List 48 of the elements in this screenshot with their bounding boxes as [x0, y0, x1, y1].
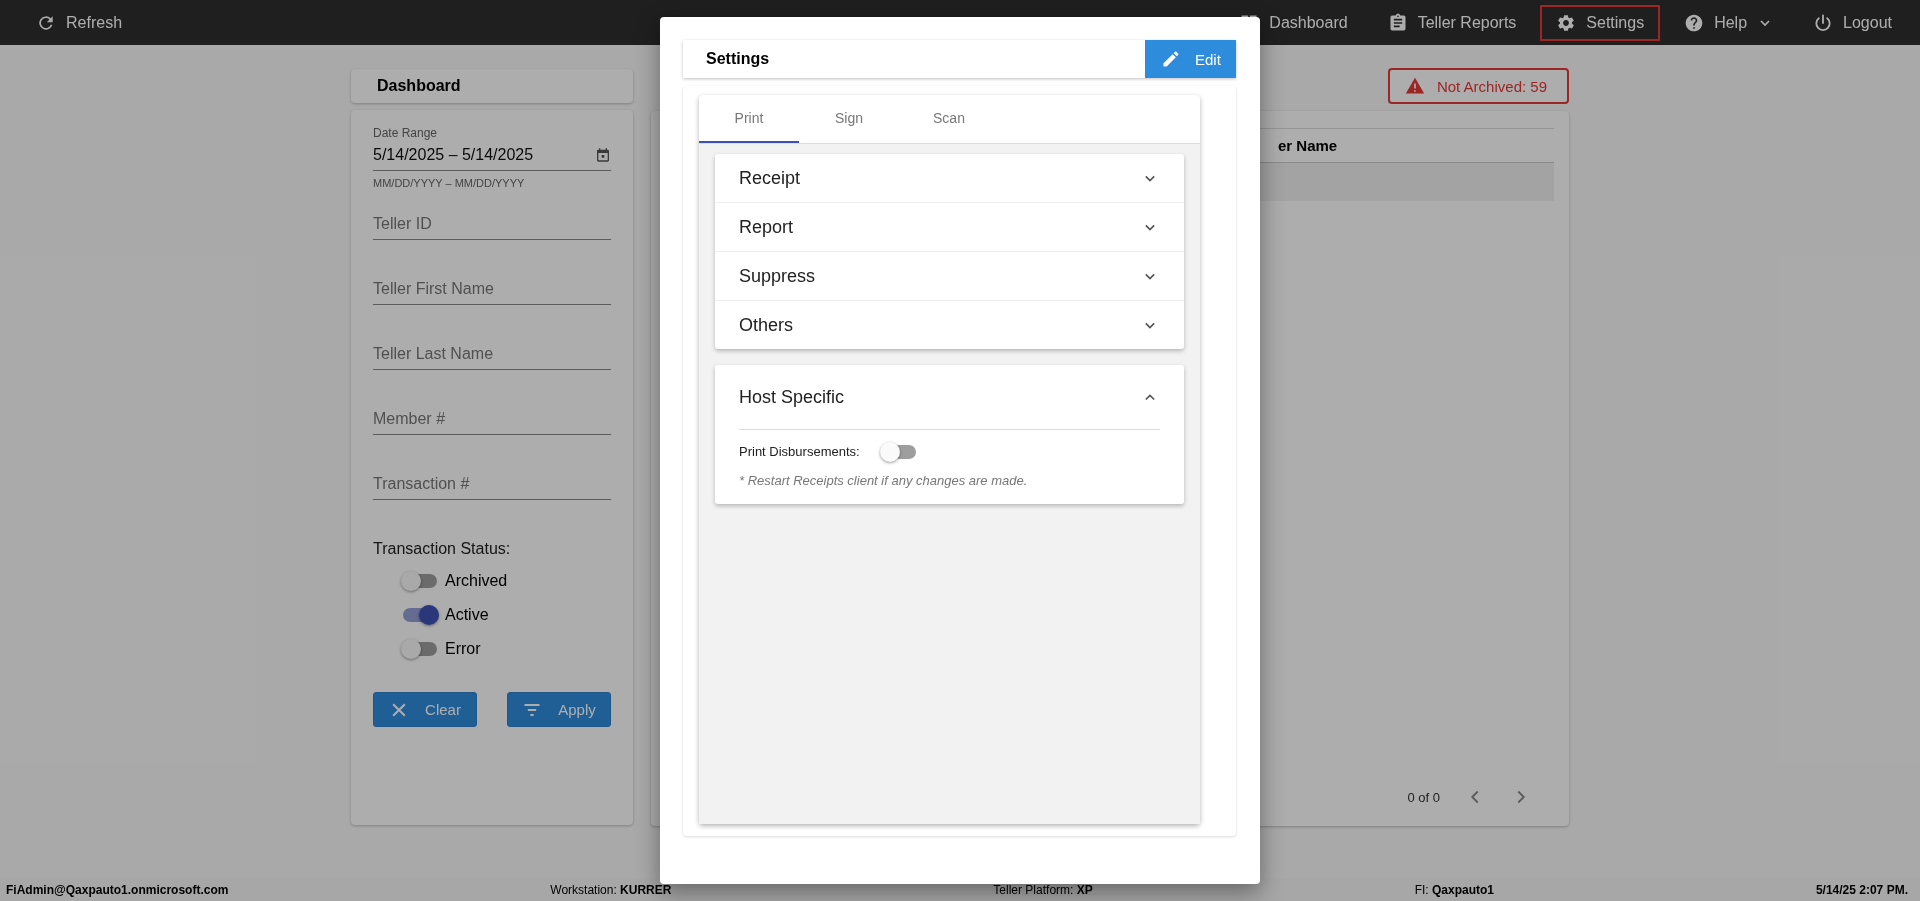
refresh-button[interactable]: Refresh [26, 4, 133, 41]
pencil-icon [1161, 49, 1181, 69]
toggle-label: Active [445, 606, 489, 624]
accordion-header[interactable]: Host Specific [715, 365, 1184, 429]
settings-icon [1556, 12, 1577, 33]
nav-item[interactable]: Logout [1797, 4, 1908, 41]
accordion-header[interactable]: Report [715, 203, 1184, 252]
status-text: 5/14/25 2:07 PM. [1815, 882, 1908, 897]
tab[interactable]: Scan [899, 95, 999, 143]
calendar-icon[interactable] [595, 147, 611, 163]
status-text: Teller Platform: XP [993, 882, 1093, 897]
toggle-label: Archived [445, 572, 508, 590]
text-field[interactable]: Teller First Name [373, 274, 611, 305]
section-label: Transaction Status: [373, 540, 512, 558]
edit-button[interactable]: Edit [1145, 40, 1236, 78]
status-text: FI: Qaxpauto1 [1414, 882, 1494, 897]
status-text: FiAdmin@Qaxpauto1.onmicrosoft.com [6, 882, 229, 897]
accordion-title: Others [739, 314, 794, 336]
note-text: * Restart Receipts client if any changes are made. [739, 473, 1029, 488]
text-field[interactable]: Teller ID [373, 209, 611, 240]
warning-icon [1404, 76, 1425, 96]
nav-item[interactable]: Settings [1540, 4, 1661, 41]
help-icon [1684, 12, 1705, 33]
dialog-title: Settings [706, 50, 770, 68]
text-field[interactable]: Member # [373, 404, 611, 435]
column-header: er Name [1278, 137, 1338, 154]
nav-item[interactable]: Teller Reports [1371, 4, 1533, 41]
field-hint: MM/DD/YYYY – MM/DD/YYYY [373, 177, 526, 189]
toggle-label: Error [445, 640, 481, 658]
warning-badge[interactable]: Not Archived: 59 [1387, 68, 1569, 104]
toggle-switch[interactable] [881, 444, 916, 459]
page-count: 0 of 0 [1407, 789, 1440, 805]
tab[interactable]: Sign [799, 95, 899, 143]
accordion-title: Suppress [739, 265, 816, 287]
accordion-header[interactable]: Receipt [715, 154, 1184, 203]
accordion-title: Report [739, 216, 794, 238]
panel-title: Dashboard [351, 69, 633, 103]
accordion-header[interactable]: Others [715, 301, 1184, 349]
accordion-title: Host Specific [739, 386, 845, 408]
accordion-header[interactable]: Suppress [715, 252, 1184, 301]
date-range-field[interactable]: 5/14/2025 – 5/14/2025 [373, 146, 595, 164]
text-field[interactable]: Teller Last Name [373, 339, 611, 370]
nav-item[interactable]: Help [1668, 4, 1790, 41]
status-text: Workstation: KURRER [550, 882, 672, 897]
text-field[interactable]: Transaction # [373, 469, 611, 500]
accordion-title: Receipt [739, 167, 801, 189]
field-label: Date Range [373, 126, 439, 140]
setting-label: Print Disbursements: [739, 444, 860, 459]
